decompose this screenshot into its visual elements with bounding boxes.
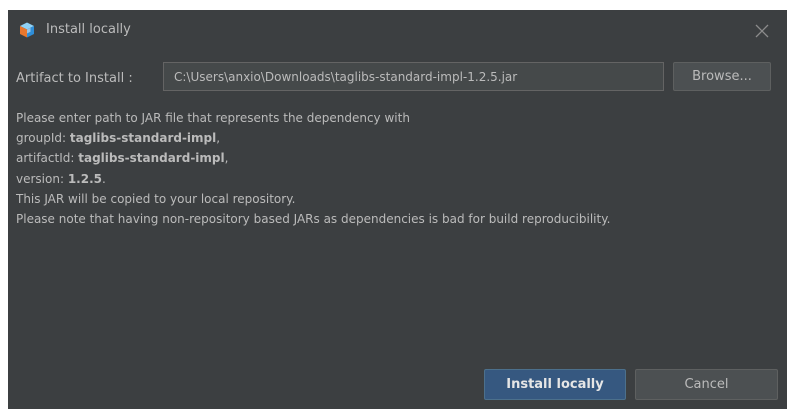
group-id-value: taglibs-standard-impl [69, 131, 217, 146]
window-title: Install locally [46, 22, 131, 37]
install-locally-button[interactable]: Install locally [484, 369, 626, 400]
artifact-id-line: artifactId: taglibs-standard-impl, [16, 148, 610, 168]
close-icon [755, 24, 769, 38]
reproducibility-warning-line: Please note that having non-repository b… [16, 212, 611, 227]
group-id-line: groupId: taglibs-standard-impl, [16, 128, 610, 148]
artifact-path-input[interactable] [163, 62, 664, 91]
cancel-button[interactable]: Cancel [635, 369, 778, 400]
instructions-line: Please enter path to JAR file that repre… [16, 111, 410, 125]
close-button[interactable] [747, 18, 777, 44]
copy-notice-line: This JAR will be copied to your local re… [16, 191, 296, 206]
instructions-text: Please enter path to JAR file that repre… [16, 108, 610, 229]
version-label: version: [16, 171, 68, 186]
group-id-label: groupId: [16, 131, 70, 146]
artifact-id-label: artifactId: [16, 151, 79, 166]
group-id-comma: , [216, 131, 221, 146]
netbeans-cube-icon [19, 22, 35, 38]
artifact-id-value: taglibs-standard-impl [78, 151, 225, 166]
version-period: . [101, 171, 106, 186]
artifact-to-install-label: Artifact to Install : [16, 71, 133, 86]
install-locally-dialog: Install locally Artifact to Install : Br… [8, 10, 787, 409]
browse-button[interactable]: Browse... [673, 62, 771, 91]
title-bar: Install locally [8, 10, 787, 52]
version-line: version: 1.2.5. [16, 169, 610, 189]
version-value: 1.2.5 [67, 171, 102, 186]
artifact-id-comma: , [224, 151, 229, 166]
